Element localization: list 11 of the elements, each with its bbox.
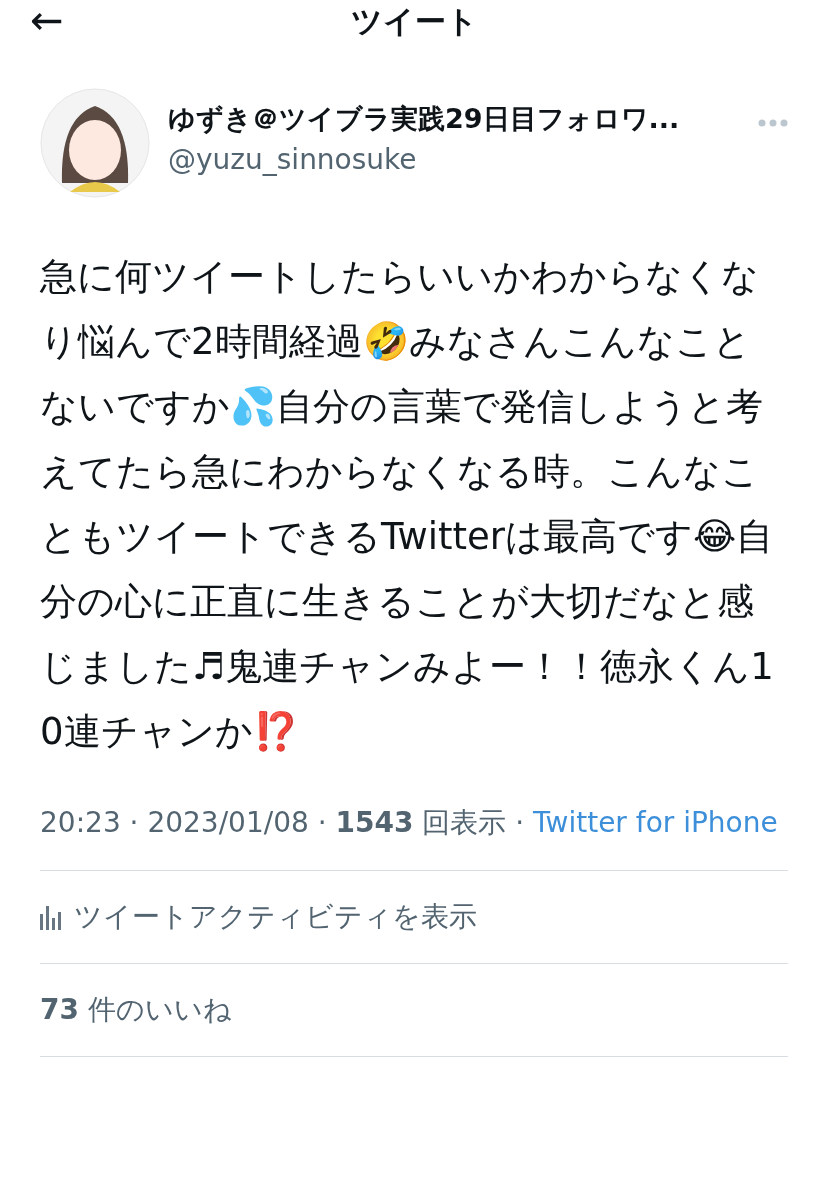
page-title: ツイート (350, 2, 478, 41)
source-link[interactable]: Twitter for iPhone (533, 806, 778, 839)
author-name[interactable]: ゆずき＠ツイブラ実践29日目フォロワ... (168, 100, 740, 137)
back-button[interactable]: ← (30, 0, 64, 44)
tweet-text: 急に何ツイートしたらいいかわからなくなり悩んで2時間経過🤣みなさんこんなことないですか💦自分の言葉で発信しようと考えてたら急にわからなくなる時。こんなこともツイートできるTwitterは最高です😂自分の心に正直に生きることが大切だなと感じました♬鬼連チャンみよー！！徳永くん10連チャンか⁉ (40, 254, 775, 755)
likes-count[interactable]: 73 件のいいね (40, 991, 232, 1029)
activity-link[interactable]: ツイートアクティビティを表示 (74, 898, 477, 936)
tweet-meta: 20:23 · 2023/01/08 · 1543 回表示 · (40, 806, 525, 839)
avatar[interactable] (40, 88, 150, 198)
chart-icon[interactable] (40, 904, 62, 930)
author-handle[interactable]: @yuzu_sinnosuke (168, 142, 740, 176)
